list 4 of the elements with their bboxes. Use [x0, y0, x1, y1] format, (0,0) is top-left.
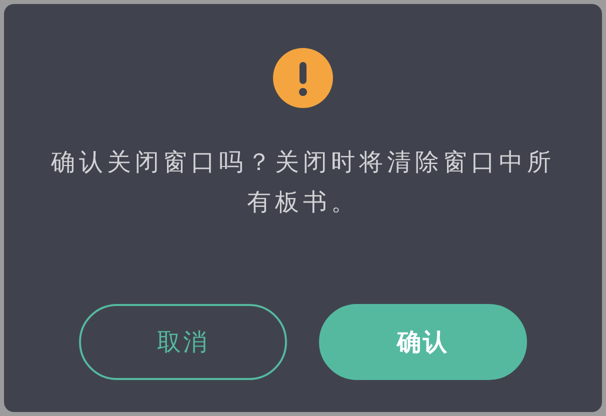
- cancel-button[interactable]: 取消: [79, 304, 287, 380]
- confirm-button[interactable]: 确认: [319, 304, 527, 380]
- warning-icon: [273, 48, 333, 108]
- dialog-message: 确认关闭窗口吗？关闭时将清除窗口中所有板书。: [50, 147, 556, 218]
